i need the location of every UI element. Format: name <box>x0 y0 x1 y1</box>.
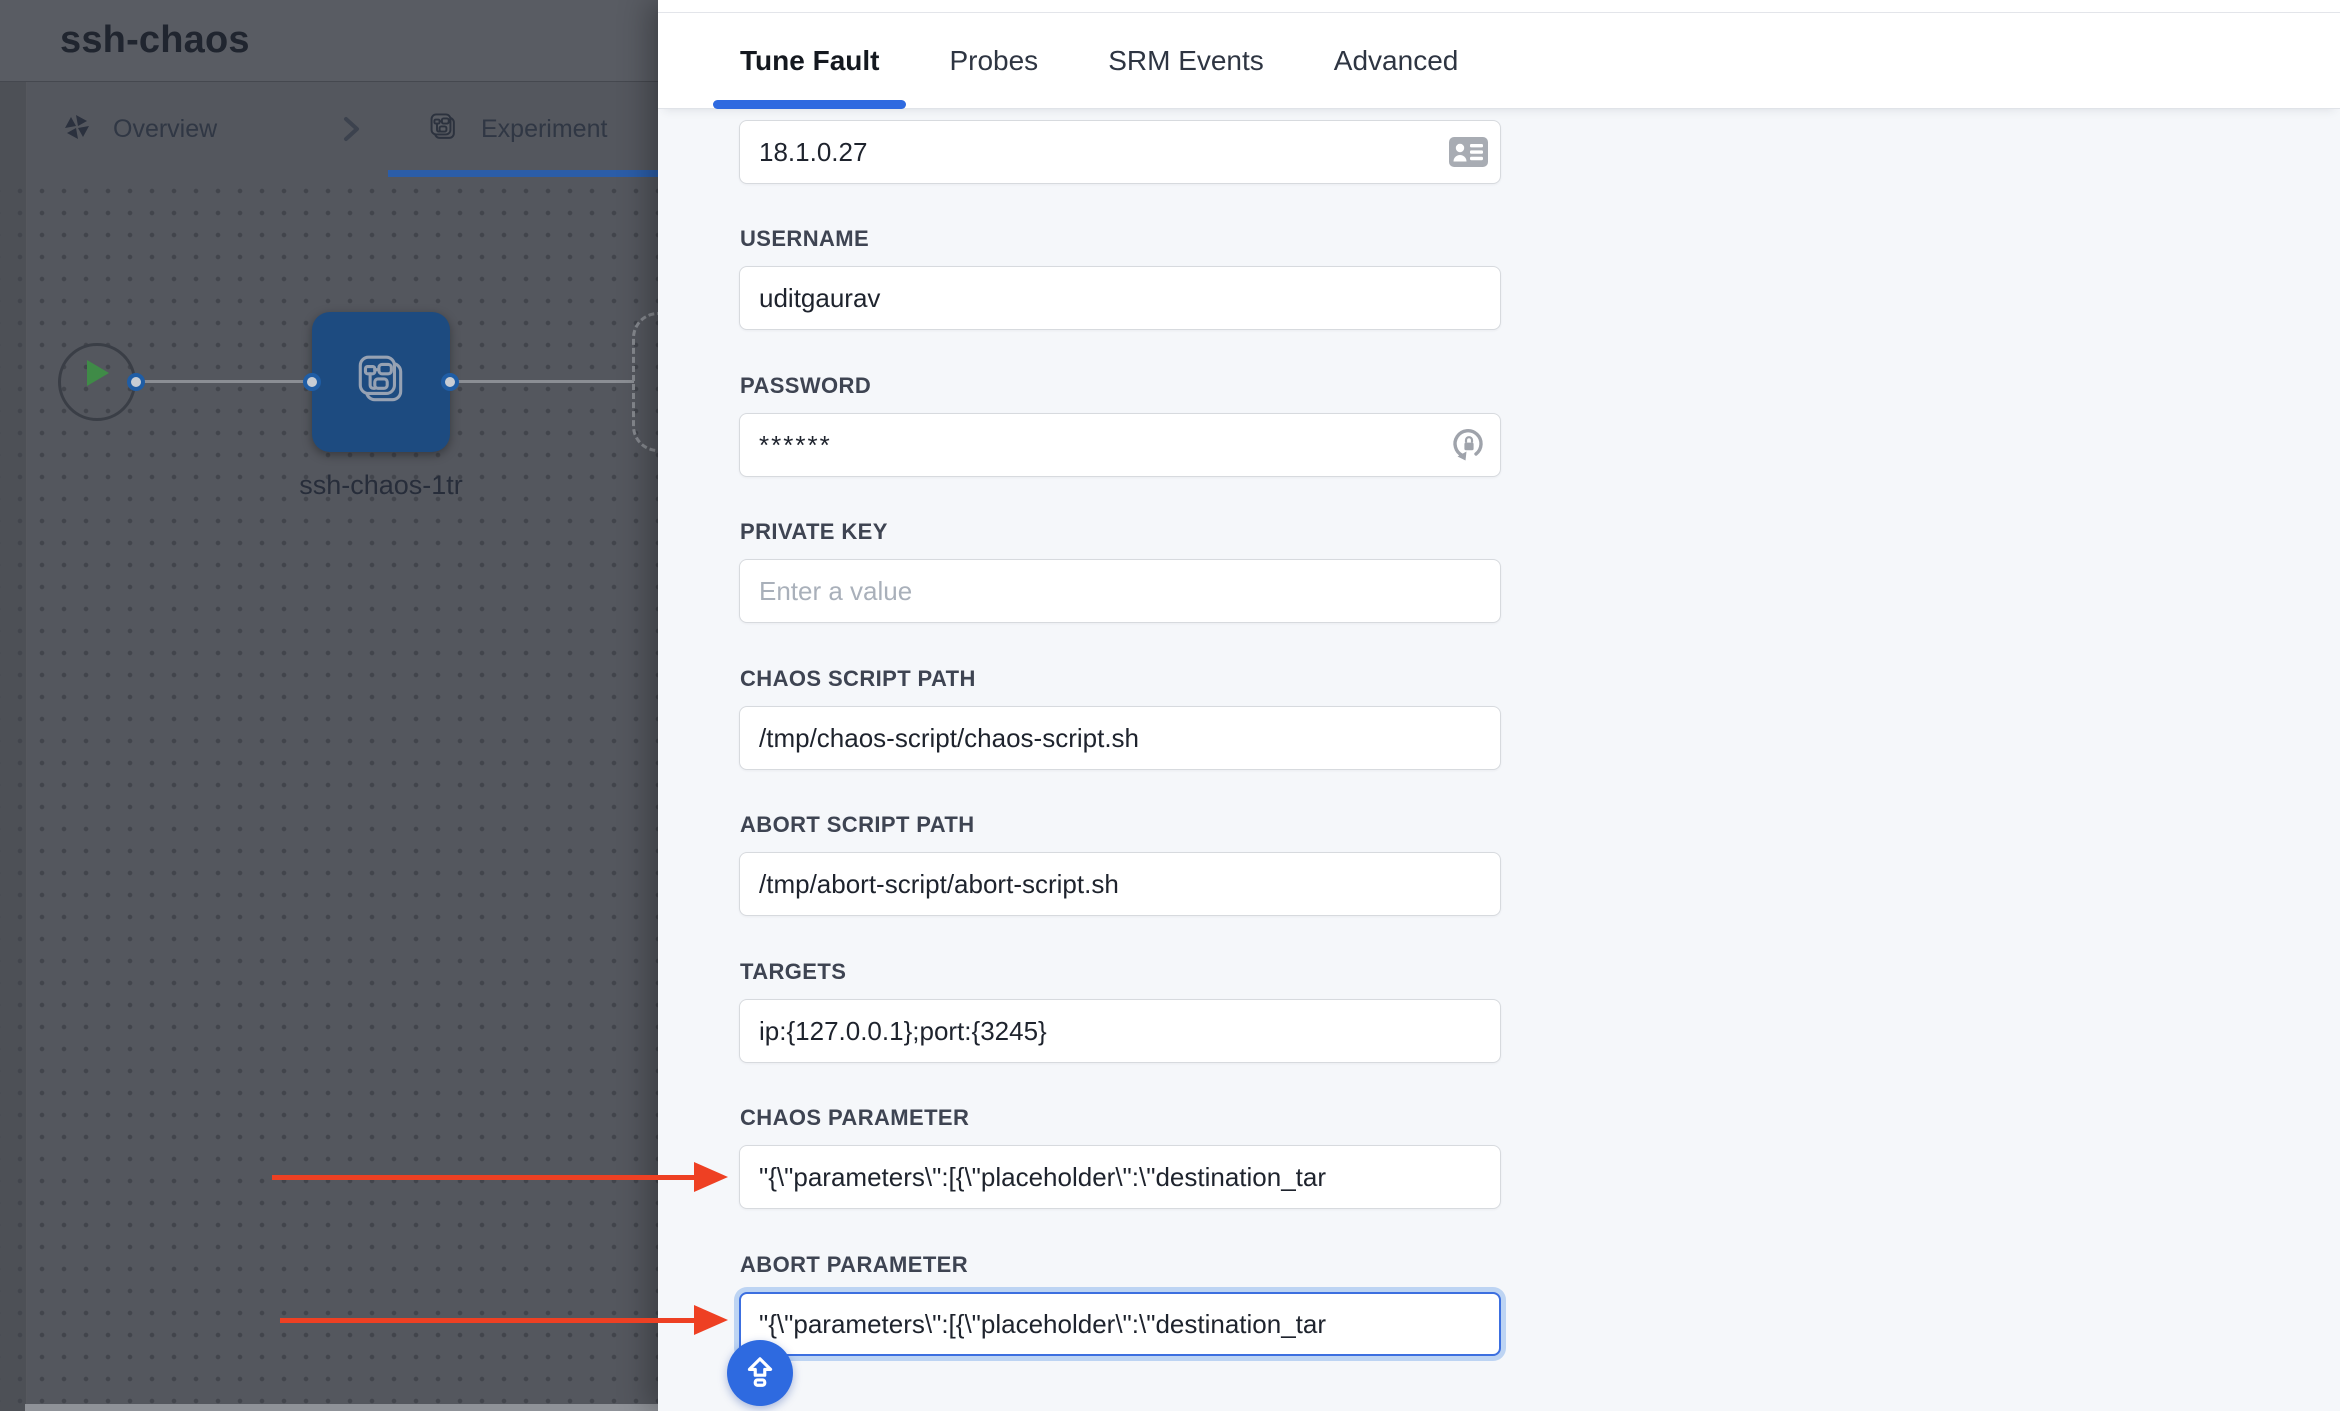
private-key-label: PRIVATE KEY <box>740 519 888 545</box>
screen: ssh-chaos Overview <box>0 0 2340 1411</box>
active-tab-underline <box>388 170 658 177</box>
field-abort-parameter: ABORT PARAMETER <box>739 1292 1501 1356</box>
chaos-script-path-input[interactable] <box>739 706 1501 770</box>
chaos-parameter-input[interactable] <box>739 1145 1501 1209</box>
field-password: PASSWORD <box>739 413 1501 477</box>
field-chaos-script-path: CHAOS SCRIPT PATH <box>739 706 1501 770</box>
field-targets: TARGETS <box>739 999 1501 1063</box>
page-title: ssh-chaos <box>60 19 250 62</box>
tab-advanced[interactable]: Advanced <box>1307 12 1486 109</box>
tab-tune-fault-label: Tune Fault <box>740 45 879 77</box>
experiment-nav-tabs: Overview Experiment <box>0 82 658 177</box>
chaos-script-path-label: CHAOS SCRIPT PATH <box>740 666 976 692</box>
field-username: USERNAME <box>739 266 1501 330</box>
tab-probes[interactable]: Probes <box>922 12 1065 109</box>
field-private-key: PRIVATE KEY <box>739 559 1501 623</box>
field-abort-script-path: ABORT SCRIPT PATH <box>739 852 1501 916</box>
fault-node-out-port[interactable] <box>441 373 459 391</box>
play-icon <box>87 360 109 386</box>
id-card-icon[interactable] <box>1449 137 1488 167</box>
password-label: PASSWORD <box>740 373 871 399</box>
start-node[interactable] <box>58 343 136 421</box>
annotation-arrow-chaos-parameter <box>272 1162 728 1192</box>
field-chaos-parameter: CHAOS PARAMETER <box>739 1145 1501 1209</box>
tab-experiment-builder[interactable]: Experiment <box>427 82 607 177</box>
chaos-parameter-label: CHAOS PARAMETER <box>740 1105 969 1131</box>
field-host <box>739 120 1501 184</box>
script-flowchart-icon <box>352 351 410 414</box>
drawer-tab-bar: Tune Fault Probes SRM Events Advanced <box>658 0 2340 109</box>
fault-node-ssh-chaos[interactable] <box>312 312 450 452</box>
tune-fault-drawer: Tune Fault Probes SRM Events Advanced <box>658 0 2340 1411</box>
password-input[interactable] <box>739 413 1501 477</box>
experiment-script-icon <box>427 111 459 148</box>
tab-tune-fault[interactable]: Tune Fault <box>713 12 906 109</box>
tab-overview[interactable]: Overview <box>63 82 217 177</box>
abort-parameter-input[interactable] <box>739 1292 1501 1356</box>
tab-srm-events-label: SRM Events <box>1108 45 1264 77</box>
edge-start-to-fault <box>140 380 314 383</box>
secret-rotate-lock-icon[interactable] <box>1452 428 1486 462</box>
abort-script-path-label: ABORT SCRIPT PATH <box>740 812 975 838</box>
tab-experiment-label: Experiment <box>481 115 607 144</box>
username-label: USERNAME <box>740 226 869 252</box>
pinwheel-overview-icon <box>63 113 91 146</box>
upload-icon <box>741 1352 779 1395</box>
experiment-header: ssh-chaos <box>0 0 658 82</box>
edge-fault-to-add <box>458 380 634 383</box>
abort-parameter-label: ABORT PARAMETER <box>740 1252 968 1278</box>
tab-overview-label: Overview <box>113 115 217 144</box>
tab-srm-events[interactable]: SRM Events <box>1081 12 1291 109</box>
private-key-input[interactable] <box>739 559 1501 623</box>
username-input[interactable] <box>739 266 1501 330</box>
abort-script-path-input[interactable] <box>739 852 1501 916</box>
upload-fab-button[interactable] <box>727 1340 793 1406</box>
canvas-toolbar-strip <box>25 1404 658 1411</box>
targets-label: TARGETS <box>740 959 846 985</box>
start-node-out-port[interactable] <box>127 373 145 391</box>
tab-advanced-label: Advanced <box>1334 45 1459 77</box>
host-input[interactable] <box>739 120 1501 184</box>
tab-probes-label: Probes <box>949 45 1038 77</box>
fault-node-in-port[interactable] <box>303 373 321 391</box>
chevron-right-icon <box>338 112 364 151</box>
fault-node-label: ssh-chaos-1tr <box>231 470 531 501</box>
targets-input[interactable] <box>739 999 1501 1063</box>
annotation-arrow-abort-parameter <box>280 1305 728 1335</box>
